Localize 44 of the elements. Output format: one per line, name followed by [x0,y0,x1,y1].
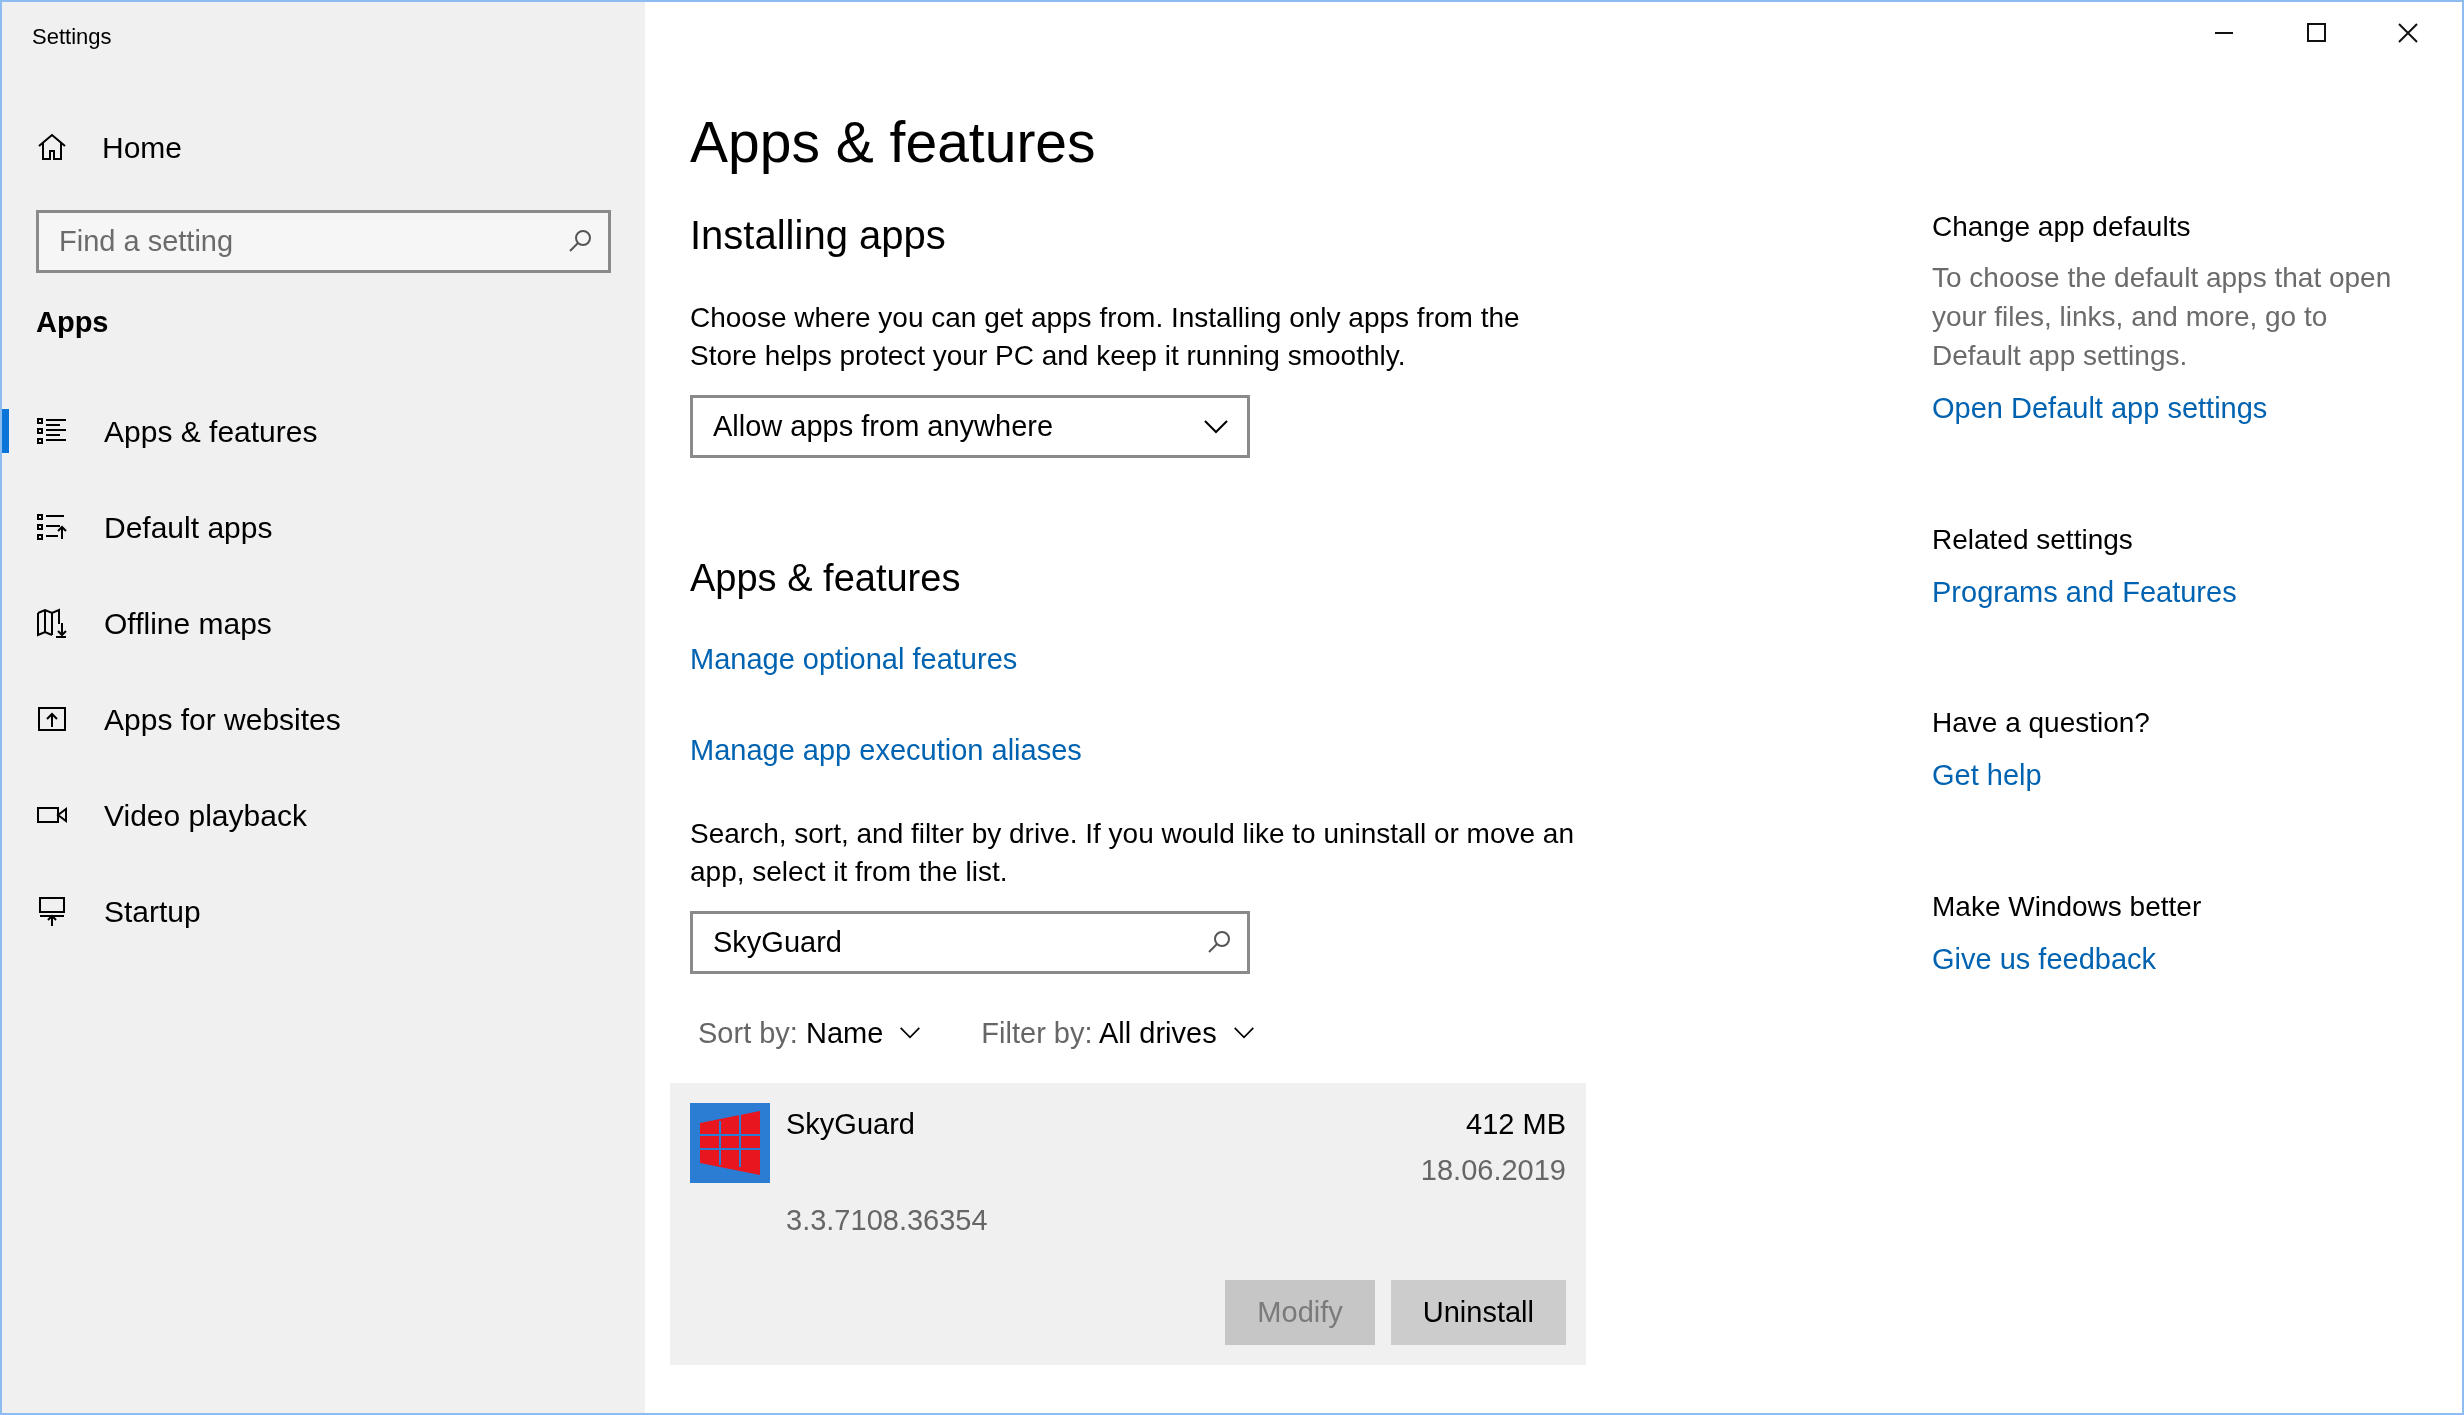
nav-item[interactable]: Apps for websites [2,671,645,767]
link[interactable]: Get help [1932,754,2412,798]
map-icon [36,607,68,639]
section-heading: Apps [35,305,110,340]
link[interactable]: Manage optional features [690,637,1700,682]
related-heading: Have a question? [1932,706,2151,740]
nav-item[interactable]: Default apps [2,479,645,575]
home-icon[interactable] [36,131,68,163]
description-text: Choose where you can get apps from. Installing only apps from the Store helps protect your PC and keep it running smoothly. [690,301,1521,373]
link[interactable]: Programs and Features [1932,570,2412,614]
related-heading: Related settings [1932,522,2134,557]
dropdown[interactable]: Allow apps from anywhere [690,395,1250,458]
app-size: 412 MB [1465,1107,1566,1143]
description-text: To choose the default apps that open your files, links, and more, go to Default app settings. [1932,261,2393,373]
home-link[interactable]: Home [102,124,183,170]
list-icon [36,415,68,447]
install-date: 18.06.2019 [1420,1152,1566,1188]
related-heading: Change app defaults [1932,210,2192,244]
sort-dropdown[interactable]: Sort by: Name [698,1011,922,1056]
app-icon [690,1103,770,1184]
section-heading: Installing apps [690,212,947,259]
section-heading: Apps & features [690,556,962,601]
monitor-arrow-icon [36,895,68,927]
nav-item[interactable]: Startup [2,863,645,959]
search-icon [567,228,593,254]
search-field[interactable]: Find a setting [36,210,611,273]
search-icon [1206,928,1232,955]
related-heading: Make Windows better [1932,889,2203,924]
link[interactable]: Manage app execution aliases [690,729,1700,773]
app-version: 3.3.7108.36354 [786,1202,989,1238]
app-name: SkyGuard [786,1107,916,1143]
nav-item[interactable]: Offline maps [2,575,645,671]
nav-item[interactable]: Apps & features [2,383,645,479]
window-title: Settings [31,23,113,51]
link[interactable]: Give us feedback [1932,937,2412,981]
description-text: Search, sort, and filter by drive. If you would like to uninstall or move an app, select it from the list. [690,816,1575,889]
chevron-down-icon [1203,418,1229,435]
list-arrow-icon [36,511,68,543]
close-icon[interactable] [2395,21,2421,45]
filter-dropdown[interactable]: Filter by: All drives [981,1011,1255,1056]
search-field[interactable]: SkyGuard [690,910,1250,974]
uninstall-button[interactable]: Uninstall [1390,1280,1566,1346]
link[interactable]: Open Default app settings [1932,387,2412,431]
nav-item[interactable]: Video playback [2,767,645,863]
